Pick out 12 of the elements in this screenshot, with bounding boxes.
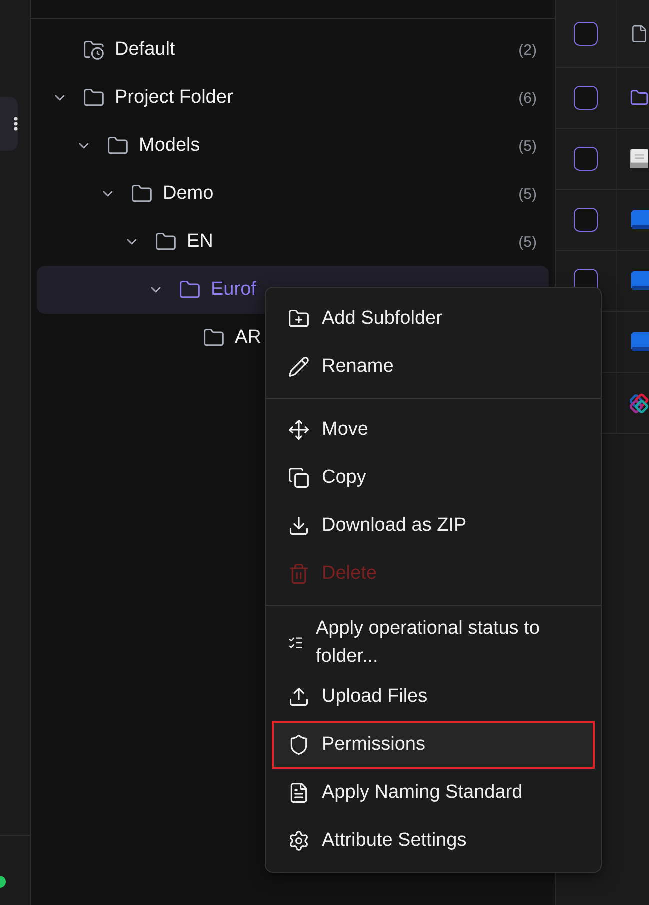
folder-name: Project Folder: [115, 87, 234, 109]
folder-name: AR: [235, 327, 262, 349]
folder-name: Models: [139, 135, 200, 157]
item-count: (6): [518, 90, 537, 106]
item-count: (2): [518, 42, 537, 58]
item-count: (5): [518, 138, 537, 154]
folder-name: EN: [187, 231, 214, 253]
item-count: (5): [518, 186, 537, 202]
item-count: (5): [518, 234, 537, 250]
folder-name: Eurof: [211, 279, 256, 301]
folder-name: Demo: [163, 183, 214, 205]
folder-name: Default: [115, 39, 176, 61]
